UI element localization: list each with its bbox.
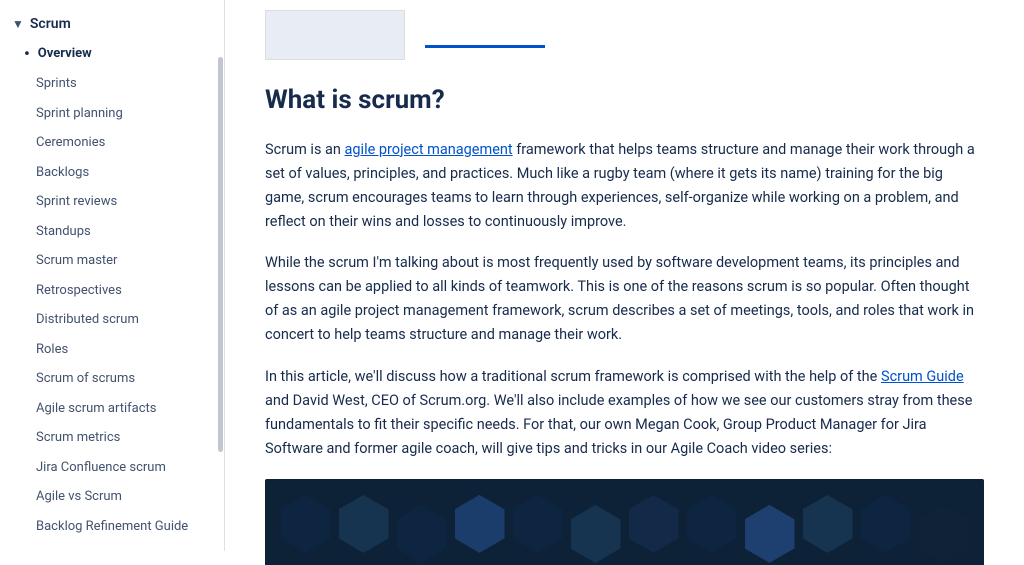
article-para-3: In this article, we'll discuss how a tra… <box>265 365 984 461</box>
hex-shape <box>861 495 911 553</box>
sidebar-scrum-header[interactable]: ▼ Scrum <box>0 10 224 38</box>
hex-shape <box>745 505 795 563</box>
sidebar-nav-item-sprint-planning[interactable]: Sprint planning <box>0 99 224 129</box>
sidebar-nav-item-backlog-refinement-guide[interactable]: Backlog Refinement Guide <box>0 512 224 542</box>
sidebar-overview-label: Overview <box>38 46 92 61</box>
sidebar-scrum-label: Scrum <box>30 16 71 32</box>
sidebar-nav-item-ceremonies[interactable]: Ceremonies <box>0 128 224 158</box>
article-para-1: Scrum is an agile project management fra… <box>265 138 984 234</box>
hex-shape <box>629 495 679 553</box>
sidebar-nav-item-backlogs[interactable]: Backlogs <box>0 158 224 188</box>
hex-shape <box>803 495 853 553</box>
hex-shape <box>397 505 447 563</box>
sidebar-nav-item-distributed-scrum[interactable]: Distributed scrum <box>0 305 224 335</box>
sidebar-nav-item-sprint-reviews[interactable]: Sprint reviews <box>0 187 224 217</box>
sidebar-nav-item-scrum-of-scrums[interactable]: Scrum of scrums <box>0 364 224 394</box>
sidebar-overview-item[interactable]: • Overview <box>0 38 224 69</box>
chevron-down-icon: ▼ <box>12 17 24 31</box>
sidebar-nav: ▼ Scrum • Overview SprintsSprint plannin… <box>0 0 225 551</box>
sidebar-nav-item-scrum-master[interactable]: Scrum master <box>0 246 224 276</box>
sidebar-nav-item-retrospectives[interactable]: Retrospectives <box>0 276 224 306</box>
article-para-2: While the scrum I'm talking about is mos… <box>265 251 984 347</box>
sidebar-nav-items: SprintsSprint planningCeremoniesBacklogs… <box>0 69 224 541</box>
sidebar: ▼ Scrum • Overview SprintsSprint plannin… <box>0 0 225 565</box>
sidebar-nav-item-roles[interactable]: Roles <box>0 335 224 365</box>
top-image-box <box>265 10 405 60</box>
video-block <box>265 479 984 565</box>
sidebar-nav-item-scrum-metrics[interactable]: Scrum metrics <box>0 423 224 453</box>
hex-shape <box>919 505 969 563</box>
sidebar-nav-item-sprints[interactable]: Sprints <box>0 69 224 99</box>
bullet-icon: • <box>24 44 30 63</box>
top-image-area <box>265 0 984 60</box>
agile-pm-link[interactable]: agile project management <box>345 141 513 158</box>
hex-shape <box>455 495 505 553</box>
sidebar-nav-item-agile-vs-scrum[interactable]: Agile vs Scrum <box>0 482 224 512</box>
sidebar-nav-item-standups[interactable]: Standups <box>0 217 224 247</box>
sidebar-scrollbar[interactable] <box>218 57 223 453</box>
sidebar-nav-item-jira-confluence-scrum[interactable]: Jira Confluence scrum <box>0 453 224 483</box>
sidebar-nav-item-agile-scrum-artifacts[interactable]: Agile scrum artifacts <box>0 394 224 424</box>
hex-container <box>265 479 984 565</box>
scrum-guide-link[interactable]: Scrum Guide <box>881 368 964 385</box>
top-link-bar <box>425 45 545 48</box>
hex-shape <box>571 505 621 563</box>
hex-shape <box>513 495 563 553</box>
hex-shape <box>339 495 389 553</box>
article-title: What is scrum? <box>265 84 984 118</box>
hex-shape <box>281 495 331 553</box>
main-content: What is scrum? Scrum is an agile project… <box>225 0 1024 565</box>
hex-shape <box>687 495 737 553</box>
